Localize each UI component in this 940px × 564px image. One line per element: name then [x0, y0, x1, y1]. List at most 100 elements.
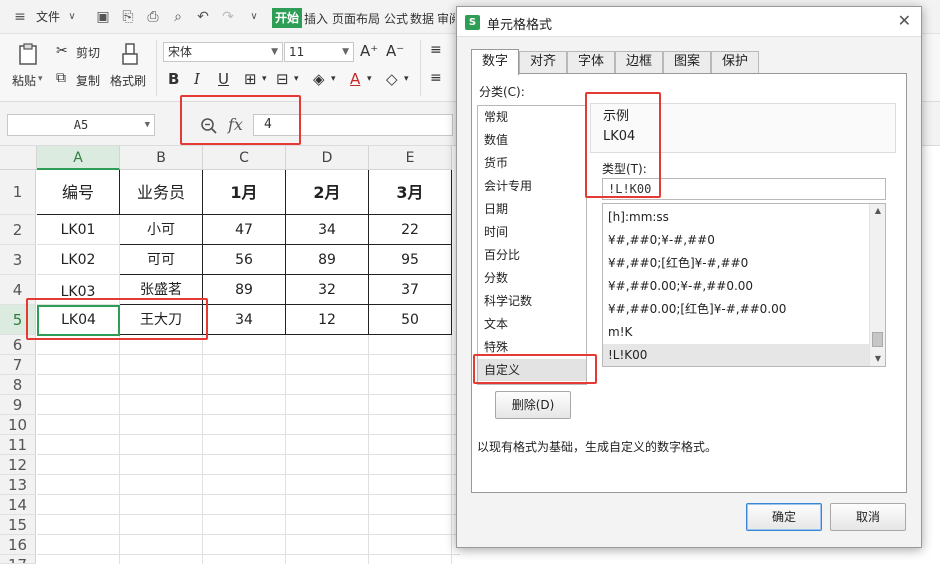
cell-d4[interactable]: 32 [286, 275, 369, 305]
cell-e2[interactable]: 22 [369, 215, 452, 245]
tab-data[interactable]: 数据 [410, 10, 434, 27]
format-code-item[interactable]: m!K [603, 321, 869, 344]
column-header-b[interactable]: B [120, 146, 203, 170]
font-color-icon[interactable]: A [350, 70, 360, 88]
row-header-4[interactable]: 4 [0, 275, 36, 305]
undo-icon[interactable]: ↶ [195, 9, 211, 25]
scroll-up-icon[interactable]: ▲ [870, 204, 885, 218]
cell-e1[interactable]: 3月 [369, 170, 452, 215]
format-painter-button[interactable]: 格式刷 [110, 72, 146, 89]
cell-e3[interactable]: 95 [369, 245, 452, 275]
fill-color-icon[interactable]: ◈ [313, 70, 325, 88]
category-item[interactable]: 日期 [478, 198, 586, 220]
row-header-17[interactable]: 17 [0, 555, 36, 564]
cell-b3[interactable]: 可可 [120, 245, 203, 275]
row-header-5[interactable]: 5 [0, 305, 36, 335]
row-header-9[interactable]: 9 [0, 395, 36, 415]
print-icon[interactable]: ⎙ [145, 9, 161, 25]
border-chevron-icon[interactable]: ▾ [262, 74, 267, 84]
cell-a2[interactable]: LK01 [37, 215, 120, 245]
zoom-icon[interactable] [200, 117, 218, 135]
cell-e5[interactable]: 50 [369, 305, 452, 335]
cell-a3[interactable]: LK02 [37, 245, 120, 275]
cell-b5[interactable]: 王大刀 [120, 305, 203, 335]
cell-a1[interactable]: 编号 [37, 170, 120, 215]
column-header-a[interactable]: A [37, 146, 120, 170]
font-grow-icon[interactable]: A⁺ [360, 42, 378, 60]
cell-a4[interactable]: LK03 [37, 275, 120, 305]
export-icon[interactable]: ⎘ [120, 9, 136, 25]
copy-icon[interactable]: ⧉ [56, 70, 66, 86]
cancel-button[interactable]: 取消 [830, 503, 906, 531]
category-list[interactable]: 常规 数值 货币 会计专用 日期 时间 百分比 分数 科学记数 文本 特殊 自定… [477, 105, 587, 385]
font-color-chevron-icon[interactable]: ▾ [367, 74, 372, 84]
font-name-select[interactable]: 宋体 ▼ [163, 42, 283, 62]
tab-page-layout[interactable]: 页面布局 [332, 10, 380, 27]
scissors-icon[interactable]: ✂ [56, 43, 68, 59]
format-code-item[interactable]: ¥#,##0.00;¥-#,##0.00 [603, 275, 869, 298]
border-icon[interactable]: ⊞ [244, 70, 257, 88]
italic-icon[interactable]: I [194, 70, 200, 88]
format-code-item-selected[interactable]: !L!K00 [603, 344, 869, 366]
cell-c1[interactable]: 1月 [203, 170, 286, 215]
row-header-1[interactable]: 1 [0, 170, 36, 215]
column-header-d[interactable]: D [286, 146, 369, 170]
merge-icon[interactable]: ⊟ [276, 70, 289, 88]
fx-icon[interactable]: fx [228, 115, 243, 134]
delete-button[interactable]: 删除(D) [495, 391, 571, 419]
format-painter-icon[interactable] [118, 42, 142, 66]
tab-alignment[interactable]: 对齐 [519, 51, 567, 73]
category-item[interactable]: 常规 [478, 106, 586, 128]
formula-input[interactable]: 4 [253, 114, 453, 136]
scroll-down-icon[interactable]: ▼ [870, 352, 885, 366]
cell-c2[interactable]: 47 [203, 215, 286, 245]
copy-button[interactable]: 复制 [76, 72, 100, 89]
tab-start[interactable]: 开始 [272, 8, 302, 28]
dialog-titlebar[interactable]: S 单元格格式 ✕ [457, 7, 921, 37]
type-input[interactable]: !L!K00 [602, 178, 886, 200]
cell-c5[interactable]: 34 [203, 305, 286, 335]
category-item-custom-selected[interactable]: 自定义 [478, 359, 586, 381]
row-header-13[interactable]: 13 [0, 475, 36, 495]
ok-button[interactable]: 确定 [746, 503, 822, 531]
category-item[interactable]: 分数 [478, 267, 586, 289]
cell-d3[interactable]: 89 [286, 245, 369, 275]
row-header-16[interactable]: 16 [0, 535, 36, 555]
align-left-icon[interactable]: ≡ [430, 70, 442, 86]
category-item[interactable]: 文本 [478, 313, 586, 335]
row-header-8[interactable]: 8 [0, 375, 36, 395]
tab-font[interactable]: 字体 [567, 51, 615, 73]
format-code-item[interactable]: ¥#,##0;[红色]¥-#,##0 [603, 252, 869, 275]
column-header-c[interactable]: C [203, 146, 286, 170]
format-code-list[interactable]: [h]:mm:ss ¥#,##0;¥-#,##0 ¥#,##0;[红色]¥-#,… [602, 203, 886, 367]
cell-d1[interactable]: 2月 [286, 170, 369, 215]
cell-c3[interactable]: 56 [203, 245, 286, 275]
category-item[interactable]: 货币 [478, 152, 586, 174]
row-header-10[interactable]: 10 [0, 415, 36, 435]
tab-protection[interactable]: 保护 [711, 51, 759, 73]
redo-icon[interactable]: ↷ [220, 9, 236, 25]
row-header-3[interactable]: 3 [0, 245, 36, 275]
empty-cells[interactable] [37, 335, 460, 564]
column-header-e[interactable]: E [369, 146, 452, 170]
row-header-2[interactable]: 2 [0, 215, 36, 245]
file-menu[interactable]: 文件 [36, 8, 60, 25]
underline-icon[interactable]: U [218, 70, 229, 88]
row-header-15[interactable]: 15 [0, 515, 36, 535]
bold-icon[interactable]: B [168, 70, 179, 88]
format-code-item[interactable]: ¥#,##0;¥-#,##0 [603, 229, 869, 252]
print-preview-icon[interactable]: ⌕ [170, 9, 186, 25]
save-icon[interactable]: ▣ [95, 9, 111, 25]
eraser-chevron-icon[interactable]: ▾ [404, 74, 409, 84]
format-code-item[interactable]: [h]:mm:ss [603, 206, 869, 229]
align-top-icon[interactable]: ≡ [430, 42, 442, 58]
fill-chevron-icon[interactable]: ▾ [331, 74, 336, 84]
category-item[interactable]: 科学记数 [478, 290, 586, 312]
category-item[interactable]: 特殊 [478, 336, 586, 358]
cell-e4[interactable]: 37 [369, 275, 452, 305]
row-header-11[interactable]: 11 [0, 435, 36, 455]
tab-number[interactable]: 数字 [471, 49, 519, 75]
cell-d2[interactable]: 34 [286, 215, 369, 245]
paste-button[interactable]: 粘贴 [12, 72, 36, 89]
row-header-12[interactable]: 12 [0, 455, 36, 475]
